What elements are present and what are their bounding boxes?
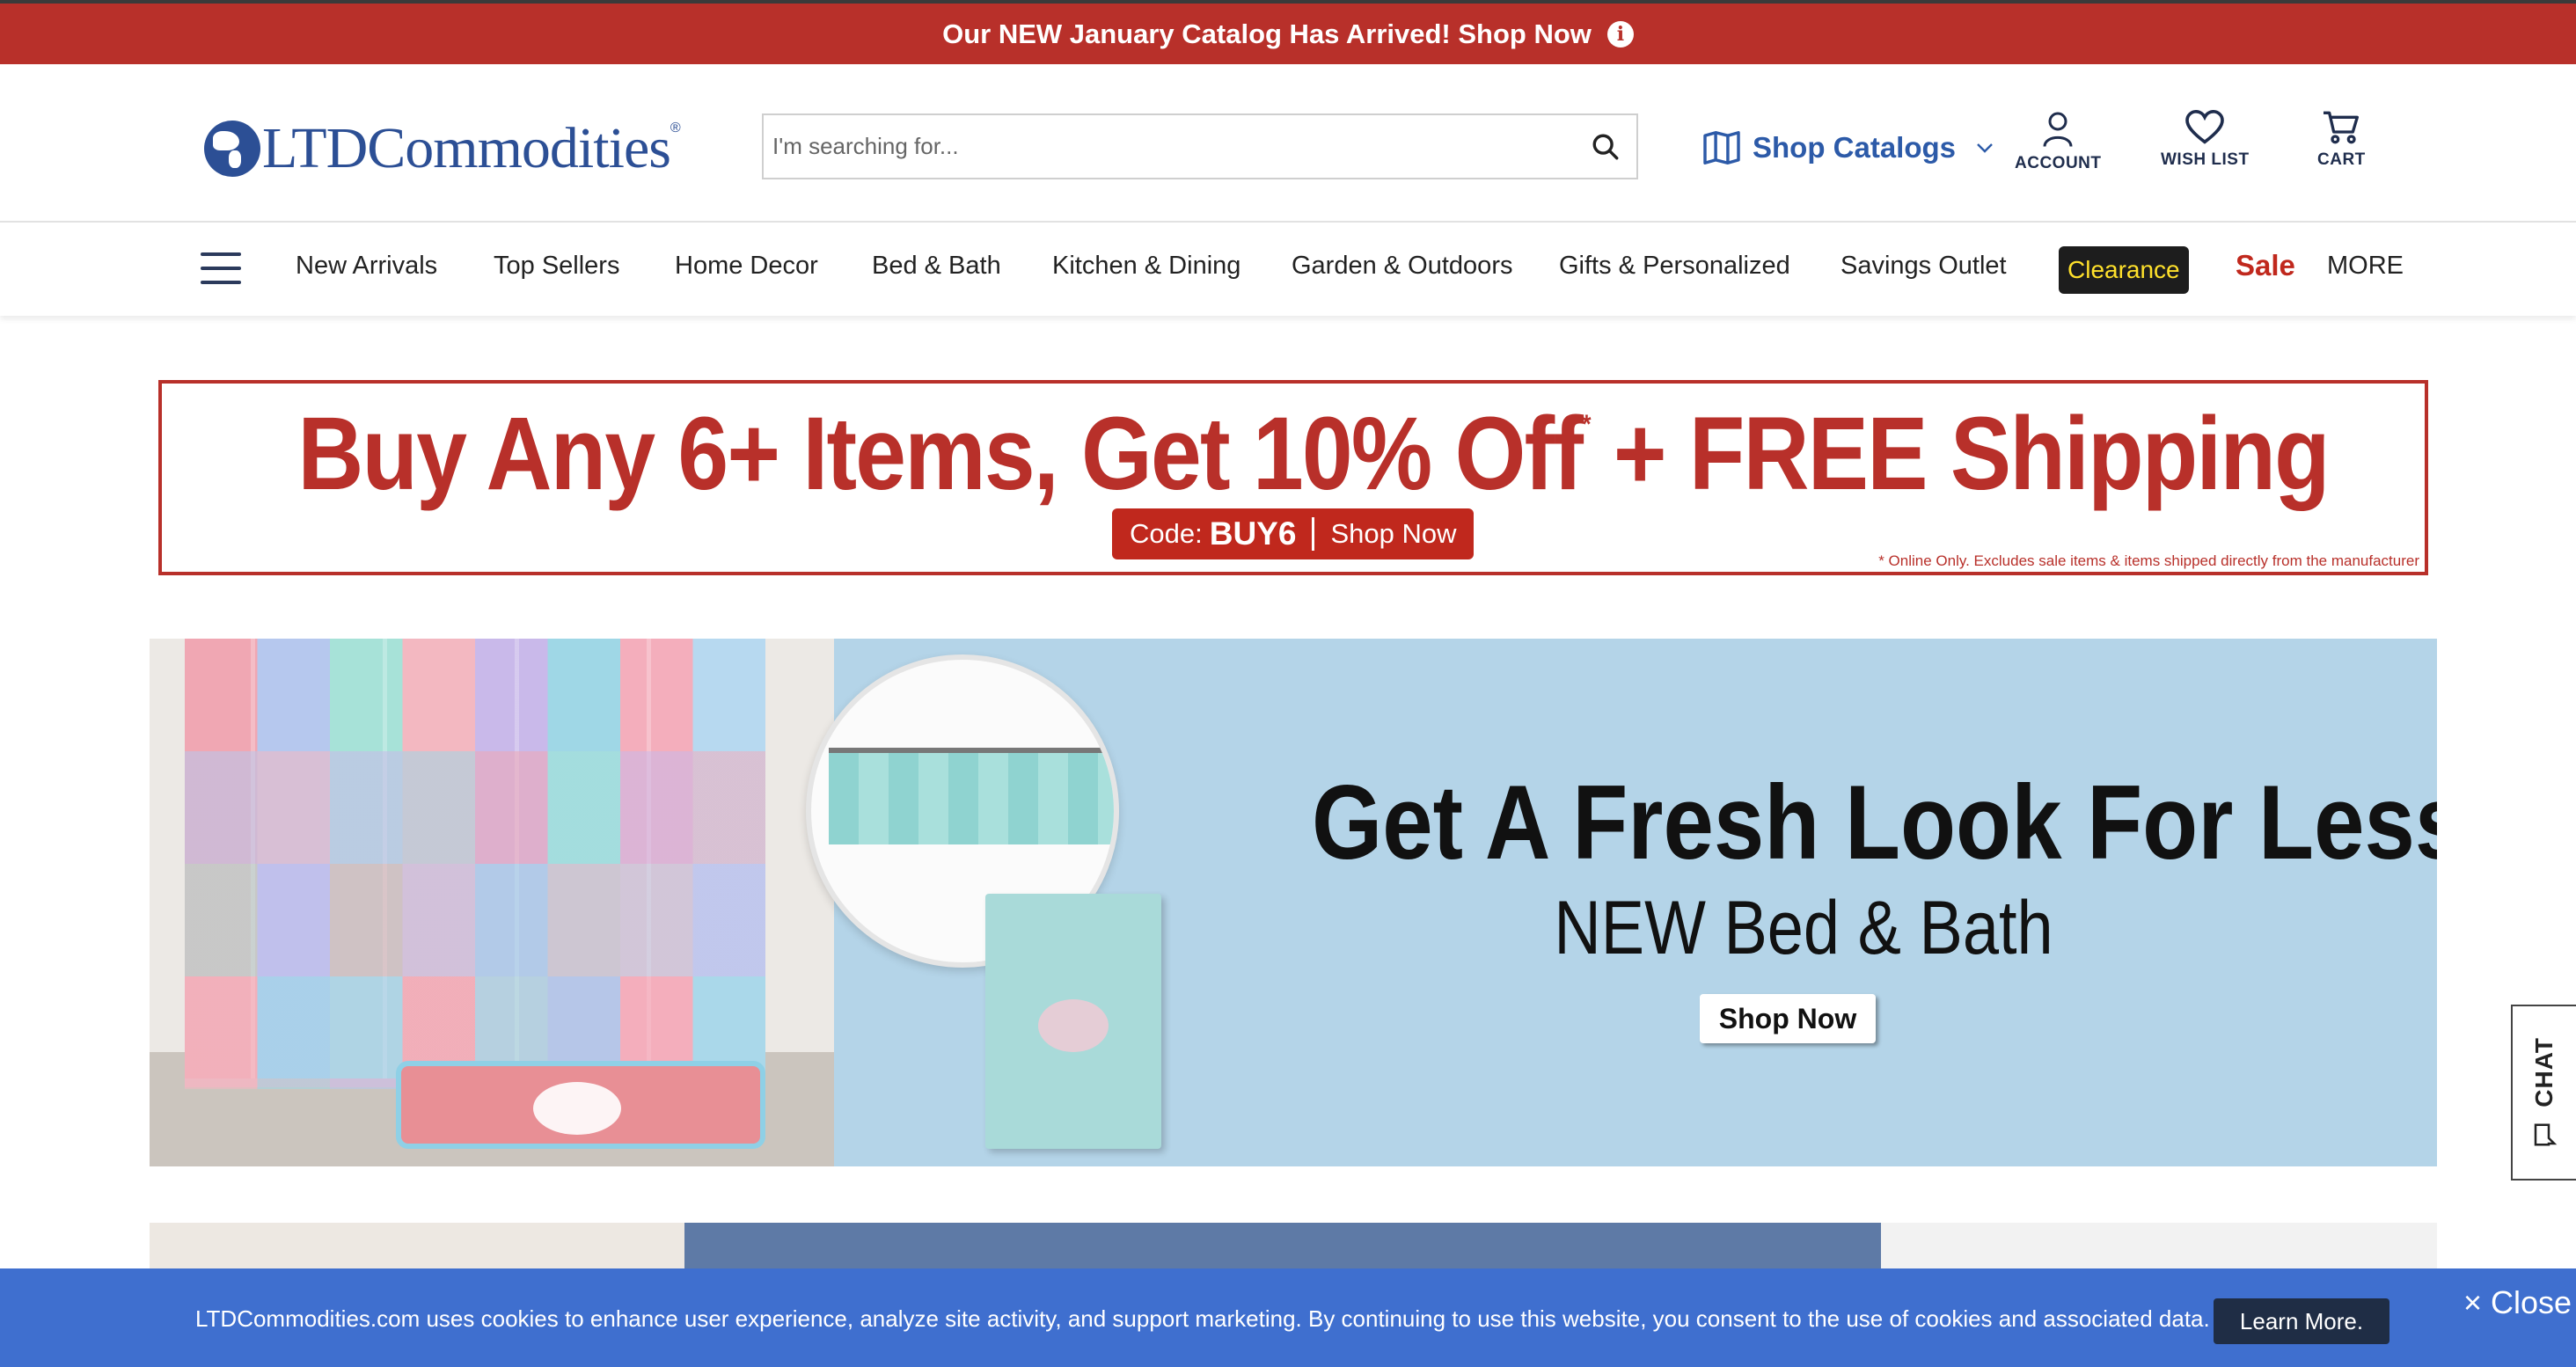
registered-mark: ® [670,121,681,135]
towel-image [985,894,1161,1149]
promo-code-button[interactable]: Code: BUY6 Shop Now [1112,508,1475,559]
site-header: LTDCommodities ® Shop Catalogs ACCOUNT W… [0,64,2576,223]
nav-garden-outdoors[interactable]: Garden & Outdoors [1292,252,1512,281]
globe-icon [204,121,260,177]
promo-headline-part1: Buy Any 6+ Items, Get 10% Off [297,396,1584,512]
promo-fine-print: * Online Only. Excludes sale items & ite… [1878,552,2419,569]
search-bar [762,113,1638,179]
nav-new-arrivals[interactable]: New Arrivals [296,252,437,281]
search-button[interactable] [1575,115,1636,178]
page: Our NEW January Catalog Has Arrived! Sho… [0,0,2576,1367]
promo-headline-part2: + FREE Shipping [1589,396,2331,512]
nav-kitchen-dining[interactable]: Kitchen & Dining [1052,252,1240,281]
wishlist-label: WISH LIST [2161,150,2250,169]
chevron-down-icon [1977,143,1993,153]
nav-clearance[interactable]: Clearance [2059,246,2189,294]
shop-catalogs-label: Shop Catalogs [1753,131,1957,164]
account-link[interactable]: ACCOUNT [2015,110,2102,173]
promo-code-value: BUY6 [1209,515,1297,552]
bath-rug-image [396,1061,765,1149]
promo-shop-now: Shop Now [1330,518,1457,549]
valance-image [829,748,1114,844]
shower-curtain-photo [150,639,834,1166]
nav-bed-bath[interactable]: Bed & Bath [872,252,1001,281]
promo-headline: Buy Any 6+ Items, Get 10% Off* + FREE Sh… [297,394,2330,514]
heart-icon [2185,110,2225,144]
nav-savings-outlet[interactable]: Savings Outlet [1841,252,2007,281]
chat-tab[interactable]: CHAT [2511,1005,2576,1181]
logo-text: LTDCommodities [262,116,671,180]
nav-sale[interactable]: Sale [2236,249,2295,282]
user-icon [2043,112,2073,147]
curtain-pattern-row [185,751,765,864]
main-nav: New Arrivals Top Sellers Home Decor Bed … [0,223,2576,316]
search-input[interactable] [764,115,1575,178]
chat-bubble-icon [2534,1123,2558,1146]
nav-gifts-personalized[interactable]: Gifts & Personalized [1559,252,1790,281]
curtain-pattern-row [185,864,765,976]
nav-more[interactable]: MORE [2327,252,2404,281]
cookie-close-button[interactable]: × Close [2463,1284,2572,1321]
promo-code-label: Code: [1130,518,1203,549]
cart-icon [2324,111,2360,144]
hero-shop-now-button[interactable]: Shop Now [1700,994,1876,1043]
wishlist-link[interactable]: WISH LIST [2161,110,2250,170]
nav-top-sellers[interactable]: Top Sellers [494,252,619,281]
site-logo[interactable]: LTDCommodities ® [204,115,681,182]
promo-asterisk: * [1582,410,1591,439]
promo-divider [1312,517,1315,551]
nav-home-decor[interactable]: Home Decor [675,252,818,281]
hero-subtitle: NEW Bed & Bath [1554,886,2053,970]
hero-banner[interactable]: Get A Fresh Look For Less! NEW Bed & Bat… [150,639,2437,1166]
shop-catalogs-menu[interactable]: Shop Catalogs [1703,126,1994,170]
search-icon [1592,134,1619,159]
chat-label: CHAT [2530,1037,2558,1107]
hero-title: Get A Fresh Look For Less! [1312,764,2437,881]
promo-banner[interactable]: Buy Any 6+ Items, Get 10% Off* + FREE Sh… [158,380,2428,575]
book-icon [1703,131,1740,164]
info-icon[interactable]: i [1606,20,1634,48]
cookie-text: LTDCommodities.com uses cookies to enhan… [195,1305,2210,1332]
cart-label: CART [2317,150,2366,169]
cart-link[interactable]: CART [2317,110,2366,170]
hamburger-menu-icon[interactable] [201,252,241,284]
announcement-bar[interactable]: Our NEW January Catalog Has Arrived! Sho… [0,0,2576,64]
learn-more-button[interactable]: Learn More. [2214,1298,2389,1344]
account-label: ACCOUNT [2015,154,2102,172]
cookie-banner: LTDCommodities.com uses cookies to enhan… [0,1268,2576,1367]
announcement-text[interactable]: Our NEW January Catalog Has Arrived! Sho… [942,18,1592,50]
